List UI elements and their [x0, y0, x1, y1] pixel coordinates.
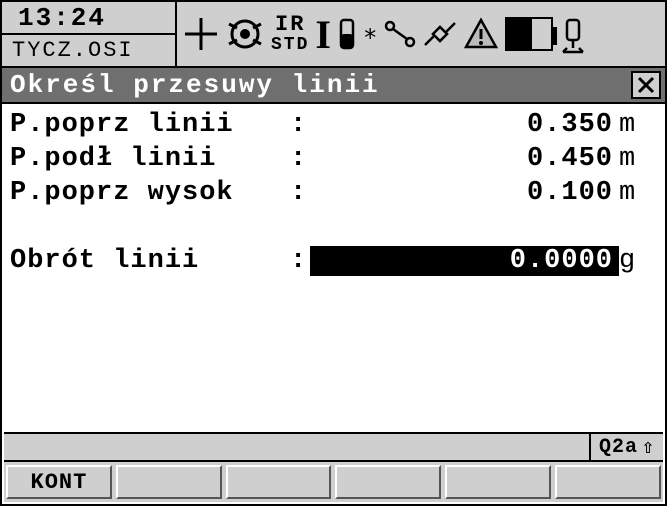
satellite-icon — [423, 19, 457, 49]
field-label: P.poprz wysok — [10, 178, 290, 208]
program-name: TYCZ.OSI — [2, 35, 175, 66]
panel-indicator[interactable]: Q2a ⇧ — [589, 434, 663, 460]
instrument-icon — [559, 14, 587, 54]
field-unit: g — [619, 246, 655, 276]
field-value: 0.450 — [310, 144, 619, 174]
memory-icon — [337, 16, 357, 52]
field-offset-height[interactable]: P.poprz wysok : 0.100 m — [10, 176, 655, 210]
field-unit: m — [619, 110, 655, 140]
warning-icon — [463, 17, 499, 51]
field-unit: m — [619, 178, 655, 208]
clock: 13:24 — [2, 2, 175, 35]
softkey-f2[interactable] — [116, 465, 222, 499]
dialog-title: Określ przesuwy linii — [10, 70, 380, 100]
softkey-f1[interactable]: KONT — [6, 465, 112, 499]
field-unit: m — [619, 144, 655, 174]
link-icon — [383, 19, 417, 49]
field-label: P.poprz linii — [10, 110, 290, 140]
dialog-titlebar: Określ przesuwy linii — [2, 68, 665, 104]
edm-mode: IR STD — [271, 14, 309, 54]
field-label: P.podł linii — [10, 144, 290, 174]
field-label: Obrót linii — [10, 246, 290, 276]
close-icon — [637, 76, 655, 94]
shift-arrow-icon: ⇧ — [642, 434, 655, 460]
prism-icon — [225, 14, 265, 54]
status-right: IR STD I ∗ — [177, 2, 665, 66]
bluetooth-icon: ∗ — [363, 19, 377, 49]
field-offset-across[interactable]: P.poprz linii : 0.350 m — [10, 108, 655, 142]
info-bar: Q2a ⇧ — [4, 432, 663, 460]
softkey-f3[interactable] — [226, 465, 332, 499]
softkey-f6[interactable] — [555, 465, 661, 499]
field-value: 0.0000 — [310, 246, 619, 276]
crosshair-icon — [183, 16, 219, 52]
close-button[interactable] — [631, 71, 661, 99]
field-offset-along[interactable]: P.podł linii : 0.450 m — [10, 142, 655, 176]
edm-mode-top: IR — [275, 14, 305, 36]
softkey-f4[interactable] — [335, 465, 441, 499]
field-line-rotation[interactable]: Obrót linii : 0.0000 g — [10, 244, 655, 278]
status-left: 13:24 TYCZ.OSI — [2, 2, 177, 66]
field-value: 0.100 — [310, 178, 619, 208]
status-bar: 13:24 TYCZ.OSI IR STD I ∗ — [2, 2, 665, 68]
softkey-bar: KONT — [4, 460, 663, 502]
softkey-f5[interactable] — [445, 465, 551, 499]
battery-icon — [505, 17, 553, 51]
field-value: 0.350 — [310, 110, 619, 140]
form-area: P.poprz linii : 0.350 m P.podł linii : 0… — [2, 104, 665, 278]
panel-indicator-label: Q2a — [599, 436, 638, 459]
i-beam-icon: I — [315, 11, 331, 58]
edm-mode-bottom: STD — [271, 36, 309, 54]
